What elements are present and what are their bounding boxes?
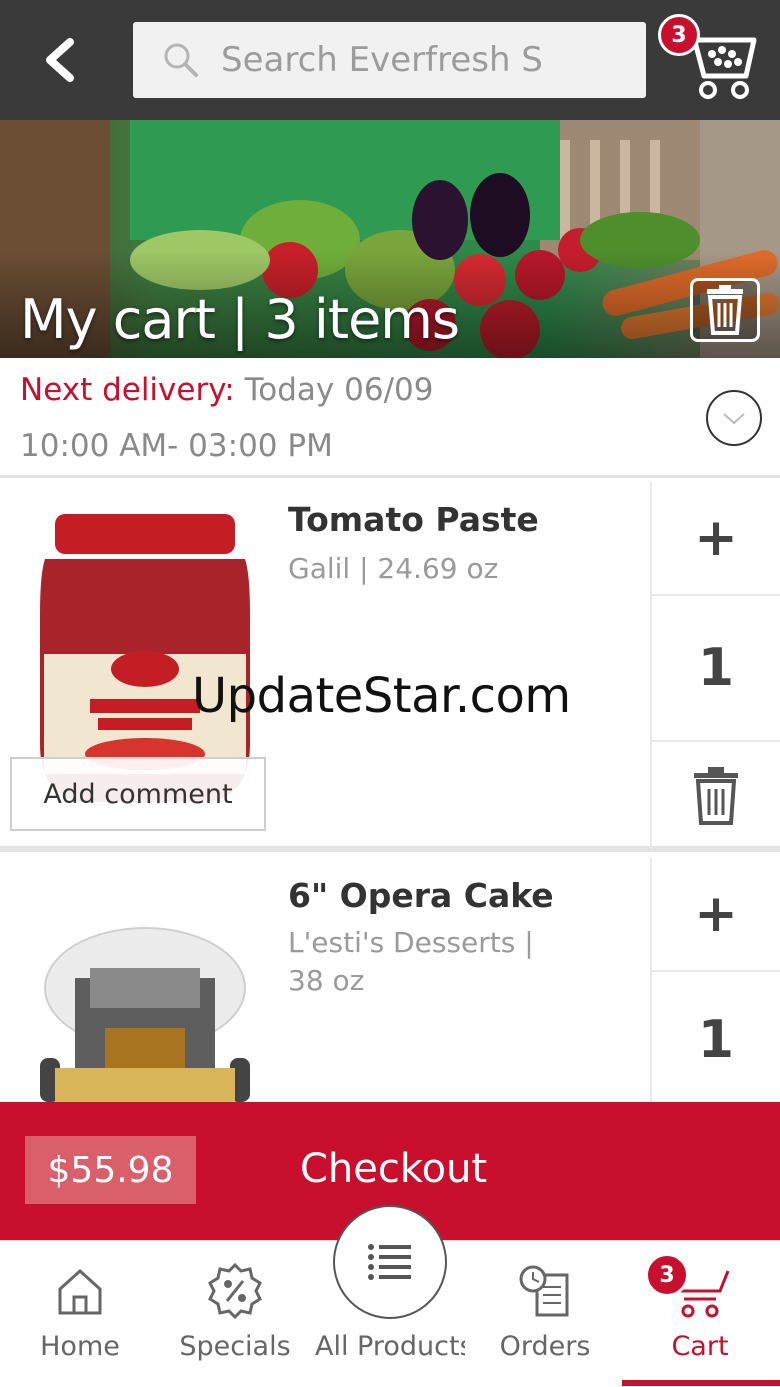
increase-qty-button[interactable]: + — [652, 858, 780, 972]
all-products-circle — [333, 1205, 447, 1319]
home-icon — [58, 1268, 102, 1315]
bottom-navigation: Home Specials All Products Orders 3 Cart — [0, 1205, 780, 1387]
nav-home[interactable]: Home — [5, 1241, 155, 1387]
nav-all-products[interactable]: All Products — [315, 1205, 465, 1387]
list-icon — [368, 1244, 411, 1280]
add-comment-button[interactable]: Add comment — [10, 757, 266, 831]
increase-qty-button[interactable]: + — [652, 482, 780, 596]
plus-icon: + — [694, 508, 738, 568]
header-cart-badge: 3 — [658, 14, 700, 56]
quantity-value: 1 — [697, 638, 735, 698]
nav-home-label: Home — [40, 1331, 120, 1362]
watermark: UpdateStar.com — [192, 668, 571, 724]
clear-cart-button[interactable] — [690, 278, 760, 342]
top-bar: 3 — [0, 0, 780, 120]
orders-clock-icon — [519, 1265, 569, 1317]
item-name: 6" Opera Cake — [288, 876, 554, 915]
cart-item: 6" Opera Cake L'esti's Desserts | 38 oz … — [0, 858, 780, 1108]
trash-icon — [707, 285, 743, 335]
nav-orders[interactable]: Orders — [470, 1241, 620, 1387]
nav-cart[interactable]: 3 Cart — [625, 1241, 775, 1387]
cart-item: Tomato Paste Galil | 24.69 oz Add commen… — [0, 482, 780, 852]
back-button[interactable] — [30, 30, 94, 90]
item-brand: L'esti's Desserts | — [288, 926, 534, 959]
back-arrow-icon — [46, 38, 74, 82]
delivery-label: Next delivery: — [20, 372, 235, 408]
header-cart-button[interactable]: 3 — [656, 12, 760, 102]
quantity-value: 1 — [697, 1010, 735, 1070]
cart-hero-banner: My cart | 3 items — [0, 120, 780, 358]
cart-title: My cart | 3 items — [20, 288, 460, 351]
chevron-down-icon — [723, 413, 745, 425]
item-meta: Galil | 24.69 oz — [288, 552, 499, 585]
quantity-display: 1 — [652, 596, 780, 742]
item-size: 38 oz — [288, 964, 365, 997]
item-name: Tomato Paste — [288, 500, 539, 539]
cart-total: $55.98 — [25, 1136, 196, 1204]
search-icon — [164, 43, 198, 77]
item-meta: L'esti's Desserts | 38 oz — [288, 924, 534, 1000]
search-input[interactable] — [221, 34, 631, 86]
delivery-expand-button[interactable] — [706, 390, 762, 446]
delivery-info: Next delivery: Today 06/09 10:00 AM- 03:… — [0, 358, 780, 478]
nav-specials-label: Specials — [179, 1331, 291, 1362]
nav-orders-label: Orders — [499, 1331, 591, 1362]
trash-icon — [694, 767, 738, 825]
plus-icon: + — [694, 884, 738, 944]
delivery-line: Next delivery: Today 06/09 — [20, 372, 433, 408]
quantity-display: 1 — [652, 972, 780, 1108]
nav-cart-label: Cart — [671, 1331, 729, 1362]
percent-icon — [208, 1262, 262, 1320]
opera-cake-image — [40, 927, 250, 1102]
nav-cart-badge: 3 — [645, 1253, 689, 1297]
quantity-controls: + 1 — [650, 482, 780, 852]
remove-item-button[interactable] — [652, 742, 780, 852]
nav-specials[interactable]: Specials — [160, 1241, 310, 1387]
delivery-window: 10:00 AM- 03:00 PM — [20, 428, 333, 464]
quantity-controls: + 1 — [650, 858, 780, 1108]
nav-all-products-label: All Products — [315, 1331, 465, 1362]
delivery-date: Today 06/09 — [244, 372, 434, 408]
checkout-label: Checkout — [300, 1146, 488, 1192]
search-box[interactable] — [133, 22, 646, 98]
